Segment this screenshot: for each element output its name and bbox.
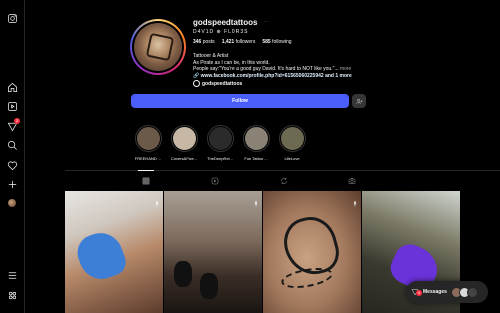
- bio-link[interactable]: 🔗 www.facebook.com/profile.php?id=615650…: [193, 73, 413, 80]
- highlight-item[interactable]: Fun Tattoo ...: [241, 125, 271, 161]
- posts-grid: [65, 191, 460, 313]
- notification-badge: 2: [14, 118, 20, 124]
- notifications-icon[interactable]: 2: [5, 118, 20, 133]
- bio-more-link[interactable]: more: [340, 66, 351, 72]
- grid-icon[interactable]: [140, 175, 152, 187]
- bio: Tattooer & Artist As Pirate as I can be,…: [193, 53, 413, 79]
- display-name: D4V1D ⊕ FL0R3S: [193, 29, 249, 35]
- post-image-shoe: [200, 273, 218, 299]
- username: godspeedtattoos: [193, 18, 258, 27]
- pinned-icon: [154, 194, 160, 207]
- options-caret-icon[interactable]: ···: [264, 19, 269, 25]
- messages-button[interactable]: 4 Messages: [406, 281, 488, 303]
- reposts-icon[interactable]: [278, 175, 290, 187]
- profile-main: godspeedtattoos ··· D4V1D ⊕ FL0R3S 346 p…: [25, 0, 500, 313]
- posts-stat: 346 posts: [193, 39, 215, 45]
- suggested-accounts-button[interactable]: [352, 94, 366, 108]
- tab-divider: [65, 170, 500, 171]
- highlight-item[interactable]: Covers&Fixe...: [169, 125, 199, 161]
- messages-badge: 4: [416, 290, 422, 296]
- menu-icon[interactable]: [5, 268, 19, 282]
- home-icon[interactable]: [5, 80, 19, 94]
- threads-icon[interactable]: [5, 288, 19, 302]
- profile-avatar[interactable]: [8, 199, 16, 207]
- follow-button[interactable]: Follow: [131, 94, 349, 108]
- tagged-icon[interactable]: [346, 175, 358, 187]
- following-stat[interactable]: 585 following: [262, 39, 291, 45]
- post-tile[interactable]: [65, 191, 163, 313]
- threads-at-icon: [193, 80, 200, 87]
- search-icon[interactable]: [5, 138, 19, 152]
- threads-handle-link[interactable]: godspeedtattoos: [193, 80, 242, 87]
- pinned-icon: [253, 194, 259, 207]
- messages-label: Messages: [423, 289, 447, 295]
- profile-stats: 346 posts 1,421 followers 585 following: [193, 39, 292, 45]
- avatar: [466, 286, 478, 298]
- highlight-item[interactable]: LifeLove: [277, 125, 307, 161]
- highlight-item[interactable]: TheDeepRel...: [205, 125, 235, 161]
- pinned-icon: [352, 194, 358, 207]
- highlight-item[interactable]: FREEHAND ...: [133, 125, 163, 161]
- instagram-logo-icon[interactable]: [5, 11, 19, 25]
- add-person-icon: [355, 98, 362, 104]
- post-image-glove: [72, 226, 130, 286]
- reels-tab-icon[interactable]: [209, 175, 221, 187]
- sidebar: 2: [0, 0, 25, 313]
- post-tile[interactable]: [164, 191, 262, 313]
- profile-picture[interactable]: [130, 19, 186, 75]
- post-tile[interactable]: [263, 191, 361, 313]
- reels-icon[interactable]: [5, 99, 19, 113]
- followers-stat[interactable]: 1,421 followers: [222, 39, 256, 45]
- active-tab-indicator: [138, 170, 154, 171]
- heart-icon[interactable]: [5, 158, 19, 172]
- message-avatars: [450, 286, 478, 298]
- story-highlights: FREEHAND ... Covers&Fixe... TheDeepRel..…: [133, 125, 307, 161]
- create-icon[interactable]: [5, 177, 19, 191]
- post-image-shoe: [174, 261, 192, 287]
